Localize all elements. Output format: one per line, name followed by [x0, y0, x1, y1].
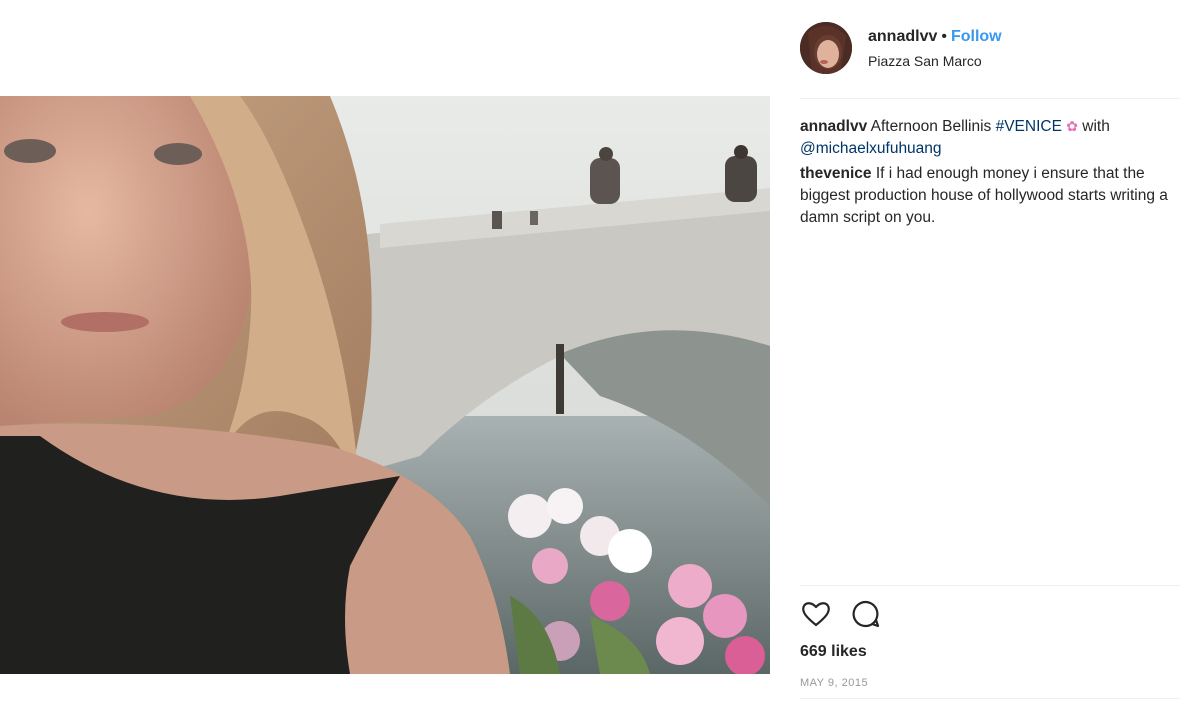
comment-username[interactable]: thevenice	[800, 165, 872, 182]
post-location[interactable]: Piazza San Marco	[868, 53, 982, 69]
actions-divider	[800, 585, 1180, 586]
comment-item: thevenice If i had enough money i ensure…	[800, 163, 1180, 229]
post-photo[interactable]	[0, 96, 770, 674]
comment-button[interactable]	[850, 598, 884, 632]
caption-comment: annadlvv Afternoon Bellinis #VENICE ✿ wi…	[800, 115, 1180, 160]
comment-text-with: with	[1082, 118, 1110, 135]
heart-icon	[802, 602, 830, 627]
avatar[interactable]	[800, 22, 852, 74]
comment-username[interactable]: annadlvv	[800, 118, 867, 135]
avatar-image	[800, 22, 852, 74]
follow-button[interactable]: Follow	[951, 28, 1002, 45]
likes-count[interactable]: 669 likes	[800, 643, 867, 661]
header-divider	[800, 98, 1180, 99]
like-button[interactable]	[800, 598, 834, 632]
comments-list: annadlvv Afternoon Bellinis #VENICE ✿ wi…	[800, 115, 1180, 229]
photo-image	[0, 96, 770, 674]
post-actions	[800, 598, 920, 630]
separator-dot: •	[941, 28, 947, 45]
mention-link[interactable]: @michaelxufuhuang	[800, 140, 942, 157]
footer-divider	[800, 698, 1180, 699]
comment-text: Afternoon Bellinis	[870, 118, 992, 135]
post-author-username[interactable]: annadlvv	[868, 28, 937, 45]
hashtag-link[interactable]: #VENICE	[996, 118, 1062, 135]
comment-bubble-icon	[852, 600, 880, 628]
header-user-line: annadlvv • Follow	[868, 28, 1002, 46]
flower-emoji-icon: ✿	[1066, 118, 1078, 134]
post-date: MAY 9, 2015	[800, 677, 869, 689]
post-header: annadlvv • Follow Piazza San Marco	[800, 22, 1180, 76]
post-side-panel: annadlvv • Follow Piazza San Marco annadlv…	[786, 0, 1200, 716]
